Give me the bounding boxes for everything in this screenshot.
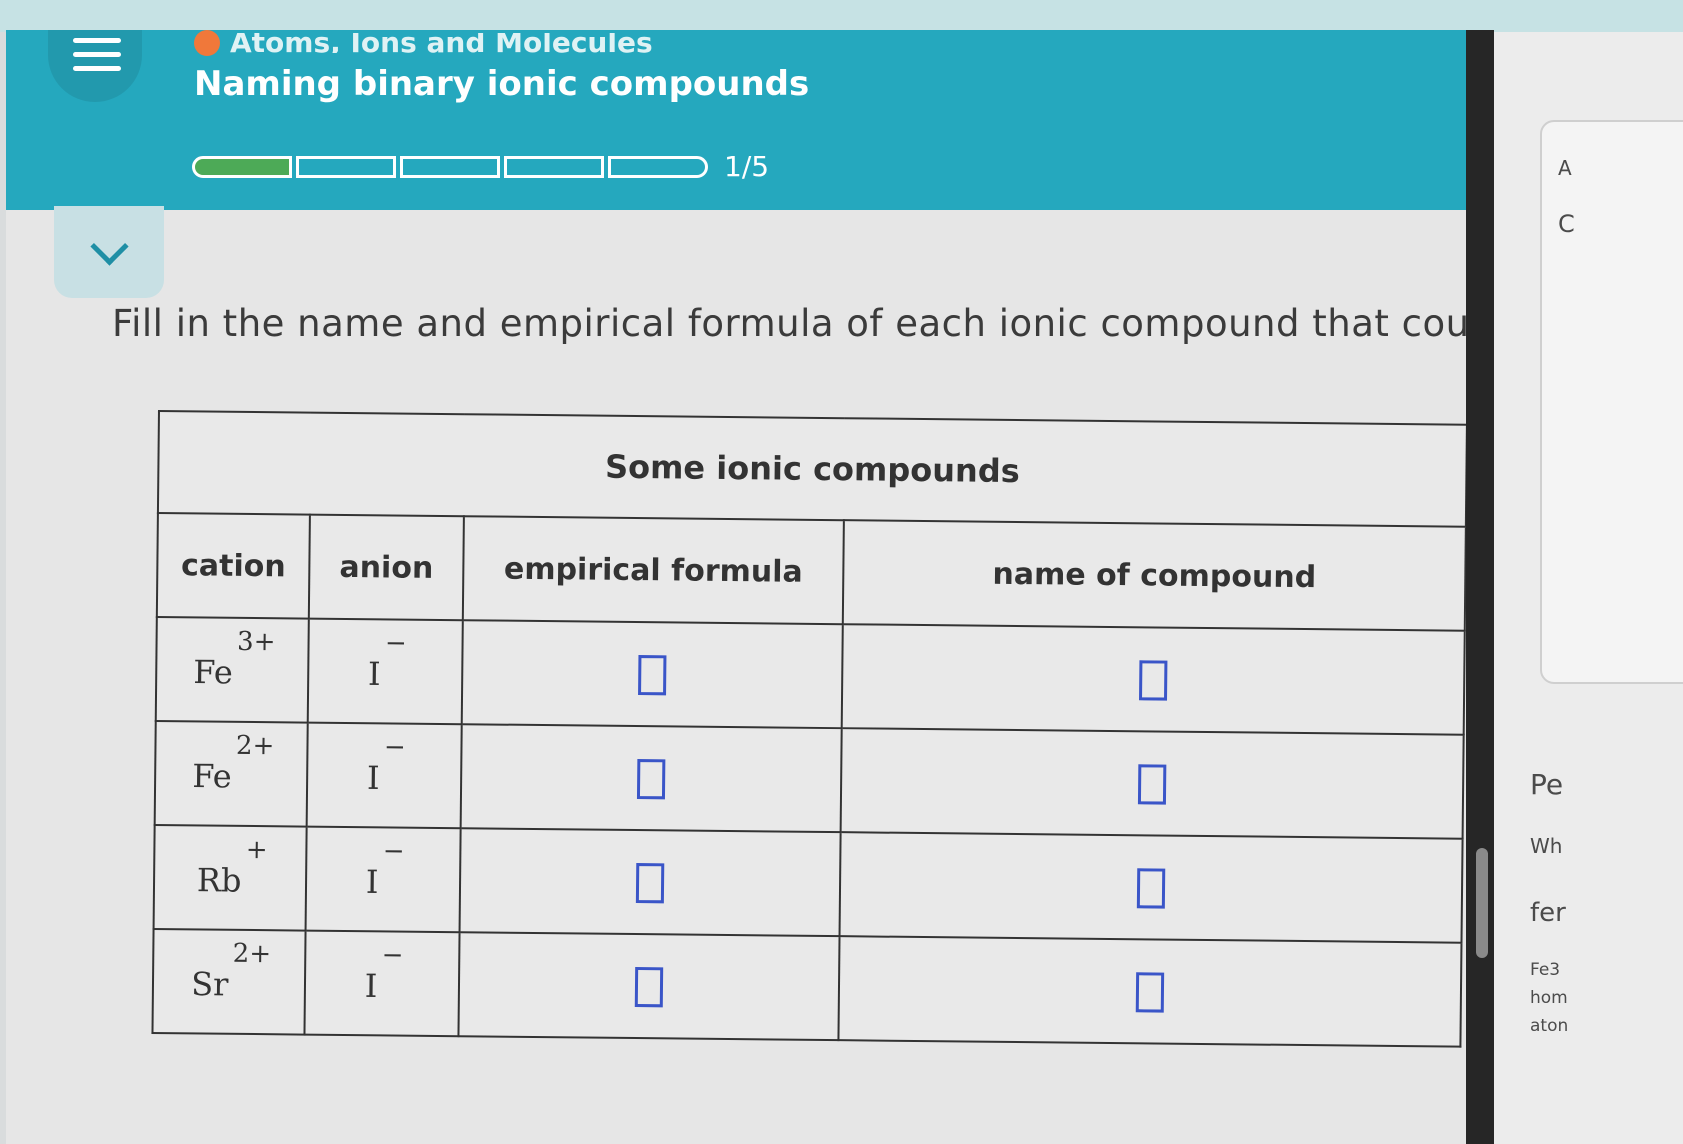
anion-cell: I− xyxy=(304,930,460,1037)
side-panel-text: Wh xyxy=(1530,834,1563,858)
formula-cell xyxy=(459,828,841,937)
formula-answer-box[interactable] xyxy=(636,758,666,800)
anion-cell: I− xyxy=(305,826,461,933)
header-bar: Atoms, Ions and Molecules Naming binary … xyxy=(6,30,1606,210)
progress-segment xyxy=(504,155,604,178)
anion-charge: − xyxy=(382,836,405,867)
column-header-anion: anion xyxy=(308,514,464,621)
menu-icon-line xyxy=(73,66,121,71)
formula-answer-box[interactable] xyxy=(635,862,665,904)
progress-segment xyxy=(608,155,708,178)
formula-answer-box[interactable] xyxy=(634,966,664,1008)
anion-cell: I− xyxy=(306,722,462,829)
column-header-cation: cation xyxy=(156,513,310,619)
side-panel: A C Pe Wh fer Fe3 hom aton xyxy=(1494,0,1683,1144)
progress-segment xyxy=(296,155,396,178)
side-panel-top xyxy=(1494,0,1683,32)
formula-cell xyxy=(461,620,843,729)
progress-bar: 1/5 xyxy=(192,150,769,183)
table-row: Rb+ I− xyxy=(153,824,1463,943)
topic-row: Atoms, Ions and Molecules xyxy=(194,30,653,56)
cation-cell: Fe2+ xyxy=(154,720,308,827)
scrollbar-thumb[interactable] xyxy=(1476,848,1488,958)
table-row: Fe2+ I− xyxy=(154,720,1464,839)
cation-cell: Fe3+ xyxy=(155,616,309,723)
side-panel-text: fer xyxy=(1530,898,1566,928)
page-title: Naming binary ionic compounds xyxy=(194,64,810,104)
menu-button[interactable] xyxy=(48,30,142,102)
cation-symbol: Rb xyxy=(196,860,242,900)
side-panel-text: A xyxy=(1558,156,1572,180)
anion-cell: I− xyxy=(307,618,463,725)
side-panel-text: aton xyxy=(1530,1016,1569,1036)
menu-icon-line xyxy=(73,52,121,57)
menu-icon-line xyxy=(73,38,121,43)
name-cell xyxy=(838,936,1462,1047)
side-panel-text: C xyxy=(1558,210,1575,238)
name-answer-box[interactable] xyxy=(1136,868,1166,909)
cation-symbol: Fe xyxy=(192,756,232,796)
formula-answer-box[interactable] xyxy=(638,654,667,696)
name-cell xyxy=(840,728,1464,839)
table-row: Sr2+ I− xyxy=(152,928,1462,1047)
anion-charge: − xyxy=(383,732,406,763)
anion-symbol: I xyxy=(367,654,381,693)
progress-segment xyxy=(192,155,292,178)
collapse-button[interactable] xyxy=(54,206,164,298)
progress-label: 1/5 xyxy=(724,150,770,183)
name-answer-box[interactable] xyxy=(1135,972,1165,1013)
anion-charge: − xyxy=(384,628,407,659)
compound-table: Some ionic compounds cation anion empiri… xyxy=(151,410,1468,1048)
formula-cell xyxy=(460,724,842,833)
cation-charge: + xyxy=(245,834,268,865)
chevron-down-icon xyxy=(89,226,129,266)
cation-cell: Sr2+ xyxy=(152,928,306,1035)
cation-symbol: Sr xyxy=(191,964,229,1004)
anion-symbol: I xyxy=(365,862,379,901)
anion-symbol: I xyxy=(366,758,380,797)
name-cell xyxy=(841,624,1465,735)
anion-charge: − xyxy=(381,940,404,971)
topic-status-icon xyxy=(194,30,220,56)
cation-charge: 2+ xyxy=(232,938,272,969)
app-window: Atoms, Ions and Molecules Naming binary … xyxy=(6,30,1606,1144)
cation-symbol: Fe xyxy=(193,652,233,692)
column-header-name: name of compound xyxy=(842,520,1466,631)
browser-top-strip xyxy=(0,0,1683,32)
formula-cell xyxy=(458,932,840,1041)
progress-segment xyxy=(400,155,500,178)
name-answer-box[interactable] xyxy=(1137,764,1167,805)
topic-label: Atoms, Ions and Molecules xyxy=(230,33,653,53)
side-panel-text: Pe xyxy=(1530,768,1564,801)
table-header-row: cation anion empirical formula name of c… xyxy=(156,513,1466,631)
column-header-empirical-formula: empirical formula xyxy=(462,516,844,625)
cation-charge: 3+ xyxy=(236,626,276,657)
name-answer-box[interactable] xyxy=(1139,660,1168,701)
cation-charge: 2+ xyxy=(235,730,275,761)
side-panel-text: hom xyxy=(1530,988,1568,1008)
compound-table-wrapper: Some ionic compounds cation anion empiri… xyxy=(151,410,1468,1048)
name-cell xyxy=(839,832,1463,943)
side-panel-card xyxy=(1540,120,1683,684)
panel-divider xyxy=(1466,30,1494,1144)
cation-cell: Rb+ xyxy=(153,824,307,931)
table-caption: Some ionic compounds xyxy=(157,411,1467,527)
question-instruction: Fill in the name and empirical formula o… xyxy=(112,302,1590,345)
side-panel-text: Fe3 xyxy=(1530,960,1561,980)
table-row: Fe3+ I− xyxy=(155,616,1465,735)
anion-symbol: I xyxy=(364,966,378,1005)
